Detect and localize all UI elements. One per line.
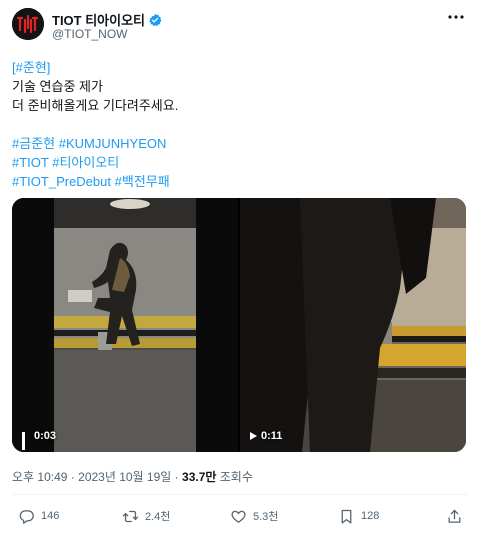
tweet-line-2: 기술 연습중 제가	[12, 79, 103, 94]
more-options-icon[interactable]	[446, 10, 466, 24]
like-button[interactable]: 5.3천	[230, 504, 278, 528]
tiot-logo-icon	[12, 8, 44, 40]
meta-separator: ·	[70, 470, 75, 484]
share-icon	[448, 509, 461, 523]
views-count: 33.7만	[182, 470, 217, 484]
hashtag-link[interactable]: #티아이오티	[52, 155, 119, 170]
hashtag-link[interactable]: #TIOT_PreDebut	[12, 174, 111, 189]
video-player-left[interactable]: 0:03	[12, 198, 238, 452]
bookmark-button[interactable]: 128	[338, 504, 379, 528]
avatar[interactable]	[12, 8, 44, 40]
video-player-right[interactable]: 0:11	[240, 198, 466, 452]
bracket-close: ]	[46, 60, 51, 75]
reply-count: 146	[41, 510, 60, 522]
author-handle[interactable]: @TIOT_NOW	[52, 27, 128, 41]
tweet-line-1: [#준현]	[12, 58, 468, 77]
bookmark-count: 128	[361, 510, 380, 522]
divider	[12, 494, 468, 495]
hashtag-link[interactable]: #KUMJUNHYEON	[59, 136, 167, 151]
play-icon[interactable]	[250, 432, 257, 440]
reply-icon	[19, 509, 34, 524]
action-bar: 146 2.4천 5.3천 128	[12, 504, 468, 528]
video-frame-legs	[240, 198, 466, 452]
share-button[interactable]	[446, 504, 463, 528]
meta-separator: ·	[174, 470, 179, 484]
tweet-date[interactable]: 2023년 10월 19일	[78, 470, 171, 484]
video-frame-dancer	[12, 198, 238, 452]
tweet-time[interactable]: 오후 10:49	[12, 470, 67, 484]
video-time-right: 0:11	[261, 430, 283, 442]
video-time-left: 0:03	[34, 430, 57, 442]
hashtag-link[interactable]: #준현	[16, 60, 47, 75]
pause-icon[interactable]	[22, 431, 30, 450]
tweet-meta: 오후 10:49 · 2023년 10월 19일 · 33.7만 조회수	[12, 468, 253, 485]
hashtag-link[interactable]: #TIOT	[12, 155, 49, 170]
views-label: 조회수	[219, 470, 253, 484]
verified-badge-icon	[149, 13, 162, 26]
retweet-button[interactable]: 2.4천	[122, 504, 170, 528]
like-count: 5.3천	[253, 511, 279, 523]
hashtag-link[interactable]: #백전무패	[115, 174, 170, 189]
bookmark-icon	[341, 509, 352, 524]
tweet-header: TIOT 티아이오티 @TIOT_NOW	[12, 8, 468, 44]
tweet-text: [#준현] 기술 연습중 제가 더 준비해올게요 기다려주세요. #금준현 #K…	[12, 58, 468, 191]
video-controls-right: 0:11	[250, 430, 282, 442]
reply-button[interactable]: 146	[18, 504, 59, 528]
media-container: 0:03 0:11	[12, 198, 466, 452]
hashtag-line-1: #금준현 #KUMJUNHYEON	[12, 134, 468, 153]
hashtag-line-2: #TIOT #티아이오티	[12, 153, 468, 172]
heart-icon	[231, 510, 246, 523]
retweet-icon	[122, 510, 139, 522]
video-controls-left: 0:03	[22, 430, 57, 450]
tweet-line-3: 더 준비해올게요 기다려주세요.	[12, 98, 179, 113]
hashtag-line-3: #TIOT_PreDebut #백전무패	[12, 172, 468, 191]
hashtag-link[interactable]: #금준현	[12, 136, 55, 151]
retweet-count: 2.4천	[145, 511, 171, 523]
